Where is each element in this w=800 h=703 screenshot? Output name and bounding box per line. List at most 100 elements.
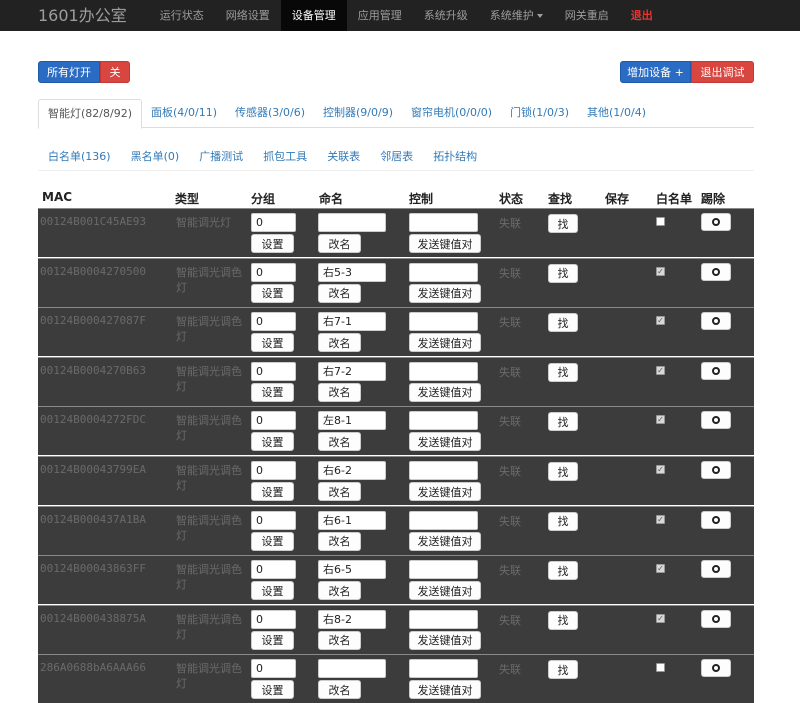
control-input[interactable]	[409, 609, 478, 629]
kick-button[interactable]	[701, 312, 731, 331]
control-input[interactable]	[409, 461, 478, 480]
send-keyvalue-button[interactable]: 发送键值对	[409, 581, 481, 601]
kick-button[interactable]	[701, 461, 731, 479]
find-button[interactable]: 找	[548, 263, 578, 283]
group-input[interactable]: 0	[251, 560, 296, 580]
tab-door-lock[interactable]: 门锁(1/0/3)	[501, 99, 578, 127]
subtab-blacklist[interactable]: 黑名单(0)	[121, 145, 190, 170]
add-device-button[interactable]: 增加设备 +	[620, 61, 691, 83]
nav-item-network[interactable]: 网络设置	[215, 0, 281, 31]
group-set-button[interactable]: 设置	[251, 531, 294, 551]
send-keyvalue-button[interactable]: 发送键值对	[409, 482, 481, 501]
rename-button[interactable]: 改名	[318, 382, 361, 402]
group-input[interactable]: 0	[251, 659, 296, 679]
name-input[interactable]: 右7-2	[318, 361, 386, 381]
name-input[interactable]: 右6-2	[318, 461, 386, 480]
send-keyvalue-button[interactable]: 发送键值对	[409, 283, 481, 303]
tab-other[interactable]: 其他(1/0/4)	[578, 99, 655, 127]
group-set-button[interactable]: 设置	[251, 283, 294, 303]
group-input[interactable]: 0	[251, 411, 296, 431]
subtab-neighbor-table[interactable]: 邻居表	[370, 145, 423, 170]
rename-button[interactable]: 改名	[318, 432, 361, 452]
tab-sensor[interactable]: 传感器(3/0/6)	[226, 99, 314, 127]
kick-button[interactable]	[701, 609, 731, 628]
find-button[interactable]: 找	[548, 214, 578, 233]
group-set-button[interactable]: 设置	[251, 234, 294, 253]
rename-button[interactable]: 改名	[318, 234, 361, 253]
nav-item-upgrade[interactable]: 系统升级	[413, 0, 479, 31]
whitelist-checkbox[interactable]: ✓	[656, 465, 665, 474]
brand-title[interactable]: 1601办公室	[0, 0, 149, 31]
group-set-button[interactable]: 设置	[251, 630, 294, 650]
nav-item-logout[interactable]: 退出	[620, 0, 664, 31]
whitelist-checkbox[interactable]: ✓	[656, 266, 665, 276]
kick-button[interactable]	[701, 213, 731, 231]
send-keyvalue-button[interactable]: 发送键值对	[409, 630, 481, 650]
find-button[interactable]: 找	[548, 561, 578, 581]
tab-smart-light[interactable]: 智能灯(82/8/92)	[38, 99, 142, 129]
group-input[interactable]: 0	[251, 213, 296, 232]
kick-button[interactable]	[701, 361, 731, 380]
control-input[interactable]	[409, 659, 478, 679]
whitelist-checkbox[interactable]: ✓	[656, 613, 665, 623]
nav-item-reboot[interactable]: 网关重启	[554, 0, 620, 31]
whitelist-checkbox[interactable]	[656, 217, 665, 226]
nav-item-maintenance[interactable]: 系统维护	[479, 0, 554, 31]
rename-button[interactable]: 改名	[318, 680, 361, 700]
nav-item-status[interactable]: 运行状态	[149, 0, 215, 31]
kick-button[interactable]	[701, 659, 731, 678]
send-keyvalue-button[interactable]: 发送键值对	[409, 234, 481, 253]
find-button[interactable]: 找	[548, 412, 578, 432]
whitelist-checkbox[interactable]: ✓	[656, 316, 665, 326]
control-input[interactable]	[409, 510, 478, 530]
subtab-association-table[interactable]: 关联表	[317, 145, 370, 170]
control-input[interactable]	[409, 411, 478, 431]
find-button[interactable]: 找	[548, 511, 578, 531]
name-input[interactable]: 右6-1	[318, 510, 386, 530]
find-button[interactable]: 找	[548, 610, 578, 630]
group-input[interactable]: 0	[251, 361, 296, 381]
group-set-button[interactable]: 设置	[251, 382, 294, 402]
send-keyvalue-button[interactable]: 发送键值对	[409, 531, 481, 551]
subtab-topology[interactable]: 拓扑结构	[423, 145, 487, 170]
whitelist-checkbox[interactable]: ✓	[656, 365, 665, 375]
group-set-button[interactable]: 设置	[251, 482, 294, 501]
group-set-button[interactable]: 设置	[251, 432, 294, 452]
group-input[interactable]: 0	[251, 510, 296, 530]
group-input[interactable]: 0	[251, 609, 296, 629]
send-keyvalue-button[interactable]: 发送键值对	[409, 382, 481, 402]
find-button[interactable]: 找	[548, 462, 578, 481]
name-input[interactable]: 右5-3	[318, 262, 386, 282]
rename-button[interactable]: 改名	[318, 581, 361, 601]
all-lights-off-button[interactable]: 关	[100, 61, 130, 83]
kick-button[interactable]	[701, 560, 731, 579]
all-lights-on-button[interactable]: 所有灯开	[38, 61, 100, 83]
rename-button[interactable]: 改名	[318, 333, 361, 353]
send-keyvalue-button[interactable]: 发送键值对	[409, 432, 481, 452]
control-input[interactable]	[409, 560, 478, 580]
subtab-packet-capture[interactable]: 抓包工具	[253, 145, 317, 170]
send-keyvalue-button[interactable]: 发送键值对	[409, 333, 481, 353]
whitelist-checkbox[interactable]: ✓	[656, 415, 665, 425]
subtab-broadcast-test[interactable]: 广播测试	[189, 145, 253, 170]
whitelist-checkbox[interactable]	[656, 663, 665, 673]
subtab-whitelist[interactable]: 白名单(136)	[38, 145, 121, 170]
kick-button[interactable]	[701, 411, 731, 430]
control-input[interactable]	[409, 312, 478, 332]
group-set-button[interactable]: 设置	[251, 333, 294, 353]
rename-button[interactable]: 改名	[318, 630, 361, 650]
rename-button[interactable]: 改名	[318, 482, 361, 501]
tab-curtain-motor[interactable]: 窗帘电机(0/0/0)	[402, 99, 501, 127]
tab-controller[interactable]: 控制器(9/0/9)	[314, 99, 402, 127]
whitelist-checkbox[interactable]: ✓	[656, 564, 665, 574]
name-input[interactable]: 右8-2	[318, 609, 386, 629]
rename-button[interactable]: 改名	[318, 283, 361, 303]
rename-button[interactable]: 改名	[318, 531, 361, 551]
name-input[interactable]	[318, 659, 386, 679]
find-button[interactable]: 找	[548, 362, 578, 382]
control-input[interactable]	[409, 262, 478, 282]
name-input[interactable]	[318, 213, 386, 232]
group-input[interactable]: 0	[251, 312, 296, 332]
name-input[interactable]: 右7-1	[318, 312, 386, 332]
whitelist-checkbox[interactable]: ✓	[656, 514, 665, 524]
